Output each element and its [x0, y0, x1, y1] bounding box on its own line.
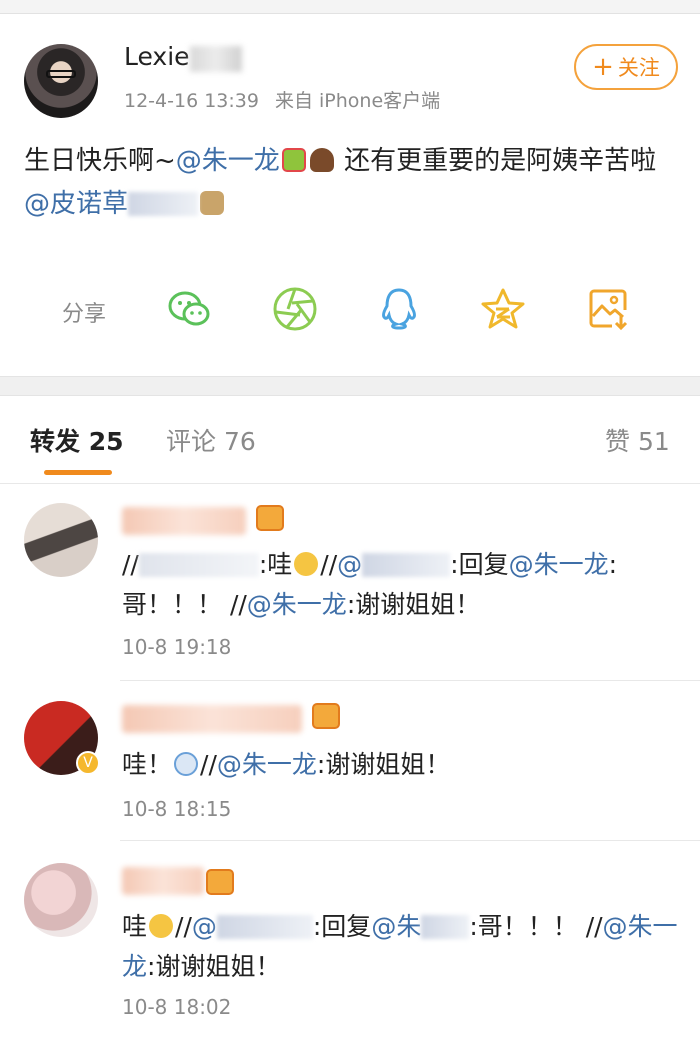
- repost-text-part: //: [200, 750, 217, 779]
- repost-text-part: //: [175, 912, 192, 941]
- repost-text-part: :回复: [450, 550, 509, 579]
- post-content: 生日快乐啊~@朱一龙 还有更重要的是阿姨辛苦啦 @皮诺草: [24, 140, 674, 226]
- mention-link[interactable]: @朱一龙: [247, 590, 347, 619]
- verified-badge-icon: V: [76, 751, 100, 775]
- moments-icon[interactable]: [270, 284, 320, 334]
- gift-emoji-icon: [281, 148, 306, 172]
- post-source: 来自 iPhone客户端: [274, 90, 441, 112]
- tab-comment[interactable]: 评论 76: [166, 422, 256, 458]
- repost-text-part: //: [320, 550, 338, 579]
- repost-text: 哇！ //@朱一龙:谢谢姐姐！: [122, 745, 682, 785]
- mention-link[interactable]: @朱一龙: [217, 750, 317, 779]
- mention-link[interactable]: @: [192, 912, 217, 941]
- repost-text-part: :谢谢姐姐！: [346, 590, 481, 619]
- mention-blur: [421, 915, 470, 939]
- section-divider: [0, 376, 700, 396]
- author-name[interactable]: Lexie: [124, 42, 190, 71]
- tab-bar: 转发 25 评论 76 赞 51: [0, 396, 700, 484]
- laugh-emoji-icon: [294, 552, 319, 576]
- mention-link[interactable]: @朱: [371, 912, 421, 941]
- content-text: 还有更重要的是阿姨辛苦啦: [335, 146, 657, 176]
- save-image-icon[interactable]: [584, 284, 634, 334]
- repost-text-part: :哇: [258, 550, 293, 579]
- repost-text: //:哇//@:回复@朱一龙:哥！！！ //@朱一龙:谢谢姐姐！: [122, 545, 682, 625]
- active-tab-indicator: [44, 470, 112, 475]
- repost-text-part: //: [122, 550, 139, 579]
- share-label: 分享: [62, 302, 107, 327]
- repost-text-part: 哇！: [122, 750, 173, 779]
- member-badge-icon: [312, 703, 340, 729]
- user-avatar[interactable]: [24, 863, 98, 937]
- user-avatar[interactable]: [24, 503, 98, 577]
- emoji-icon: [174, 752, 199, 776]
- share-row: 分享: [0, 276, 700, 346]
- repost-text: 哇//@:回复@朱:哥！！！ //@朱一龙:谢谢姐姐！: [122, 907, 682, 987]
- tab-repost[interactable]: 转发 25: [30, 422, 124, 458]
- member-badge-icon: [206, 869, 234, 895]
- author-name-blur: [190, 46, 242, 72]
- repost-text-part: :回复: [312, 912, 372, 941]
- qq-icon[interactable]: [374, 284, 424, 334]
- repost-text-part: :哥！！！ //: [469, 912, 603, 941]
- user-name-blur[interactable]: [122, 507, 246, 535]
- wechat-icon[interactable]: [164, 284, 214, 334]
- tab-like[interactable]: 赞 51: [605, 422, 670, 458]
- qzone-icon[interactable]: [478, 284, 528, 334]
- list-item: V 哇！ //@朱一龙:谢谢姐姐！ 10-8 18:15: [0, 681, 700, 841]
- top-divider: [0, 0, 700, 14]
- post-time: 12-4-16 13:39: [124, 90, 259, 112]
- repost-text-part: 哇: [122, 912, 148, 941]
- repost-time: 10-8 18:15: [122, 797, 232, 821]
- author-avatar[interactable]: [24, 44, 98, 118]
- member-badge-icon: [256, 505, 284, 531]
- post-meta: 12-4-16 13:39 来自 iPhone客户端: [124, 86, 456, 113]
- user-name-blur[interactable]: [122, 705, 302, 733]
- content-text: 生日快乐啊~: [24, 146, 176, 176]
- user-name-blur[interactable]: [122, 867, 204, 895]
- mention-link[interactable]: @朱一龙: [176, 146, 280, 176]
- list-item: 哇//@:回复@朱:哥！！！ //@朱一龙:谢谢姐姐！ 10-8 18:02: [0, 841, 700, 1040]
- mention-link[interactable]: @朱一龙: [509, 550, 609, 579]
- weibo-post: Lexie 12-4-16 13:39 来自 iPhone客户端 + 关注 生日快乐…: [0, 14, 700, 376]
- cake-emoji-icon: [309, 148, 334, 172]
- text-blur: [138, 553, 259, 577]
- mention-blur: [128, 192, 199, 216]
- repost-text-part: :谢谢姐姐！: [316, 750, 451, 779]
- mention-blur: [362, 553, 451, 577]
- list-item: //:哇//@:回复@朱一龙:哥！！！ //@朱一龙:谢谢姐姐！ 10-8 19…: [0, 485, 700, 681]
- plus-icon: +: [592, 52, 614, 82]
- laugh-emoji-icon: [149, 914, 174, 938]
- repost-time: 10-8 18:02: [122, 995, 232, 1019]
- follow-label: 关注: [617, 56, 660, 80]
- repost-text-part: :谢谢姐姐！: [147, 952, 281, 981]
- laugh-emoji-icon: [200, 191, 225, 215]
- mention-blur: [216, 915, 313, 939]
- avatar-glasses-shape: [46, 70, 76, 78]
- repost-time: 10-8 19:18: [122, 635, 232, 659]
- follow-button[interactable]: + 关注: [574, 44, 678, 90]
- mention-link[interactable]: @皮诺草: [24, 189, 128, 219]
- mention-link[interactable]: @: [337, 550, 362, 579]
